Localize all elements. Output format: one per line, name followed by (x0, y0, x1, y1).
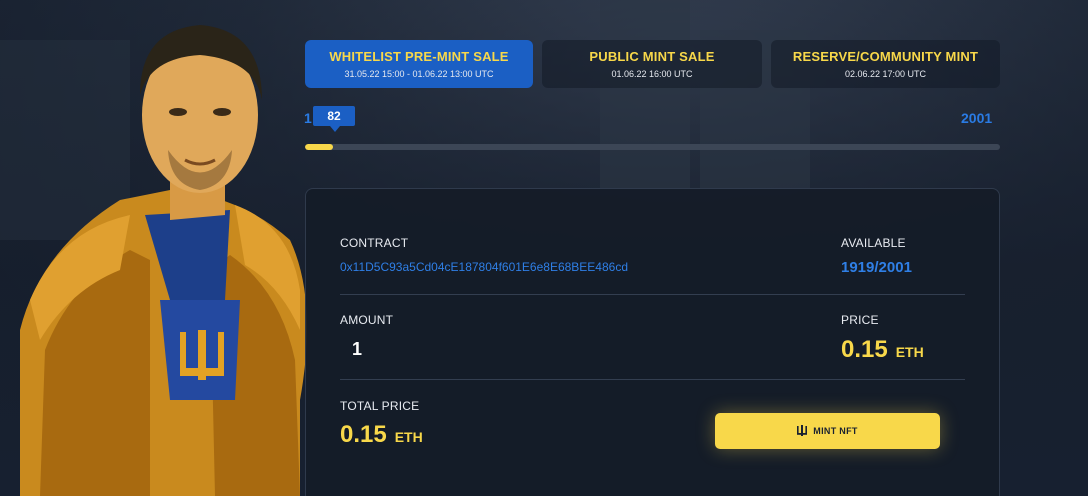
progress-end-value: 2001 (961, 110, 993, 126)
building-silhouette (600, 0, 690, 190)
total-price-unit: ETH (394, 429, 423, 445)
total-price-amount: 0.15 (340, 421, 387, 448)
progress-bar-fill (305, 144, 334, 150)
hero-portrait-illustration (20, 25, 308, 496)
divider (340, 294, 965, 295)
available-label: AVAILABLE (841, 236, 906, 250)
phase-tab-whitelist[interactable]: WHITELIST PRE-MINT SALE 31.05.22 15:00 -… (305, 40, 533, 88)
phase-title: WHITELIST PRE-MINT SALE (329, 49, 509, 64)
contract-address-link[interactable]: 0x11D5C93a5Cd04cE187804f601E6e8E68BEE486… (340, 260, 628, 274)
phase-date: 01.06.22 16:00 UTC (611, 69, 693, 79)
mint-progress-bar (305, 144, 1000, 150)
mint-phase-tabs: WHITELIST PRE-MINT SALE 31.05.22 15:00 -… (305, 40, 1000, 88)
mint-panel: CONTRACT 0x11D5C93a5Cd04cE187804f601E6e8… (305, 188, 1000, 496)
price-label: PRICE (841, 313, 879, 327)
mint-nft-button[interactable]: MINT NFT (715, 413, 940, 449)
phase-title: RESERVE/COMMUNITY MINT (792, 49, 979, 64)
contract-label: CONTRACT (340, 236, 409, 250)
progress-current-bubble: 82 (313, 106, 355, 132)
price-value: 0.15 ETH (841, 336, 924, 364)
available-count: 1919/2001 (841, 259, 912, 276)
divider (340, 379, 965, 380)
phase-date: 31.05.22 15:00 - 01.06.22 13:00 UTC (344, 69, 494, 79)
amount-label: AMOUNT (340, 313, 394, 327)
phase-tab-public[interactable]: PUBLIC MINT SALE 01.06.22 16:00 UTC (542, 40, 762, 88)
phase-tab-reserve[interactable]: RESERVE/COMMUNITY MINT 02.06.22 17:00 UT… (771, 40, 1000, 88)
trident-icon (797, 425, 808, 436)
phase-title: PUBLIC MINT SALE (589, 49, 715, 64)
price-unit: ETH (895, 344, 924, 360)
progress-start-value: 1 (304, 110, 312, 126)
price-amount: 0.15 (841, 336, 888, 363)
total-price-label: TOTAL PRICE (340, 399, 420, 413)
total-price-value: 0.15 ETH (340, 421, 423, 449)
mint-nft-button-label: MINT NFT (813, 426, 858, 436)
amount-input[interactable]: 1 (352, 339, 362, 360)
phase-date: 02.06.22 17:00 UTC (844, 69, 927, 79)
